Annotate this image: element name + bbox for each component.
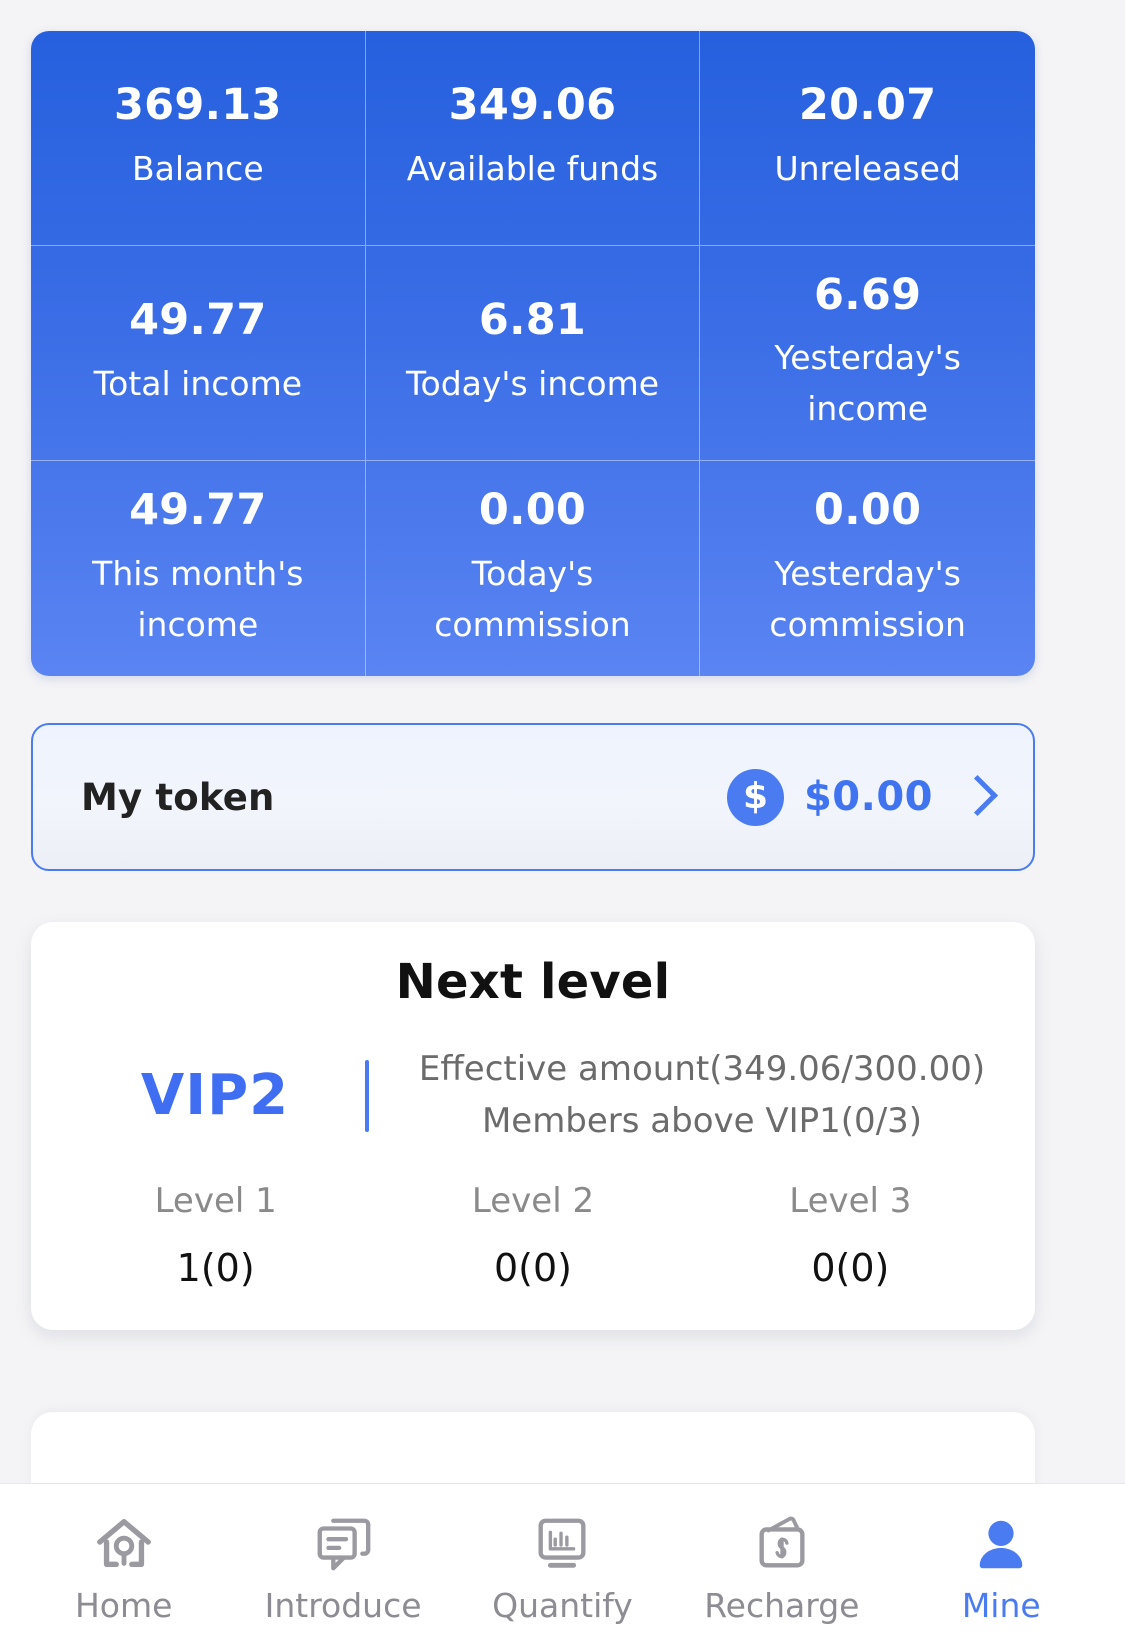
level-name: Level 2 [471,1181,595,1222]
level-name: Level 3 [789,1181,912,1222]
my-token-row[interactable]: My token $ $0.00 [31,723,1035,871]
stat-value: 0.00 [478,485,587,536]
stat-cell-yesterdays-commission[interactable]: 0.00 Yesterday's commission [700,461,1035,676]
my-token-value-group: $ $0.00 [726,768,989,826]
stats-summary-card: 369.13 Balance 349.06 Available funds 20… [31,31,1035,676]
team-level-1[interactable]: Level 1 1(0) [57,1181,374,1291]
stat-label: Balance [132,148,264,188]
level-count: 0(0) [811,1246,890,1291]
person-icon [979,1520,1023,1569]
stat-value: 20.07 [798,80,937,131]
nav-label: Home [74,1586,173,1625]
nav-label: Recharge [704,1586,860,1625]
stat-label: Yesterday's commission [769,553,966,644]
nav-item-home[interactable]: Home [21,1498,226,1638]
requirement-effective-amount: Effective amount(349.06/300.00) [418,1049,986,1089]
level-name: Level 1 [154,1181,277,1222]
next-level-summary: VIP2 Effective amount(349.06/300.00) Mem… [31,1044,1035,1147]
requirement-members: Members above VIP1(0/3) [481,1100,923,1141]
chevron-right-icon[interactable] [961,773,989,821]
monitor-chart-icon [538,1518,586,1568]
stat-label: This month's income [92,553,304,644]
nav-item-introduce[interactable]: Introduce [241,1498,446,1638]
nav-label: Introduce [264,1586,422,1625]
level-count: 0(0) [493,1246,572,1291]
stats-grid: 369.13 Balance 349.06 Available funds 20… [31,31,1035,676]
stat-label: Available funds [406,148,659,188]
stat-label: Yesterday's income [774,338,961,429]
level-count: 1(0) [176,1246,255,1291]
wallet-icon [759,1516,805,1568]
stat-value: 0.00 [814,485,922,536]
my-token-amount: $0.00 [803,774,933,820]
nav-item-quantify[interactable]: Quantify [460,1498,665,1638]
stat-label: Today's income [405,363,660,403]
app-screen: 369.13 Balance 349.06 Available funds 20… [0,0,1125,1651]
stat-cell-balance[interactable]: 369.13 Balance [31,31,366,246]
stat-cell-yesterdays-income[interactable]: 6.69 Yesterday's income [700,246,1035,461]
next-level-title: Next level [395,954,671,1010]
stat-value: 6.81 [478,295,587,346]
chat-icon [317,1518,371,1571]
next-level-card: Next level VIP2 Effective amount(349.06/… [31,922,1035,1330]
stat-value: 49.77 [129,485,267,536]
stat-label: Total income [93,363,303,403]
my-token-label: My token [81,775,275,819]
team-levels-row: Level 1 1(0) Level 2 0(0) Level 3 0(0) [31,1181,1035,1291]
stat-cell-total-income[interactable]: 49.77 Total income [31,246,366,461]
team-level-2[interactable]: Level 2 0(0) [374,1181,691,1291]
stat-cell-unreleased[interactable]: 20.07 Unreleased [700,31,1035,246]
stat-label: Today's commission [434,553,631,644]
next-level-requirements: Effective amount(349.06/300.00) Members … [403,1044,1001,1147]
nav-label: Mine [961,1586,1041,1625]
dollar-icon: $ [726,768,784,826]
bottom-navigation-bar: Home Introduce Quantify Recharge Mine [0,1483,1125,1651]
stat-value: 349.06 [448,80,617,131]
stat-cell-todays-income[interactable]: 6.81 Today's income [365,246,701,461]
stat-value: 369.13 [113,80,282,131]
stat-cell-available-funds[interactable]: 349.06 Available funds [365,31,701,246]
stat-label: Unreleased [774,148,961,188]
stat-cell-this-months-income[interactable]: 49.77 This month's income [31,461,366,676]
nav-item-mine[interactable]: Mine [899,1498,1104,1638]
team-level-3[interactable]: Level 3 0(0) [692,1181,1009,1291]
nav-label: Quantify [492,1586,633,1625]
vip-level-badge: VIP2 [140,1063,290,1129]
nav-item-recharge[interactable]: Recharge [679,1498,884,1638]
stat-cell-todays-commission[interactable]: 0.00 Today's commission [366,461,701,676]
home-icon [96,1519,151,1568]
stat-value: 49.77 [129,295,267,346]
stat-value: 6.69 [814,269,922,320]
vertical-divider [365,1059,369,1132]
